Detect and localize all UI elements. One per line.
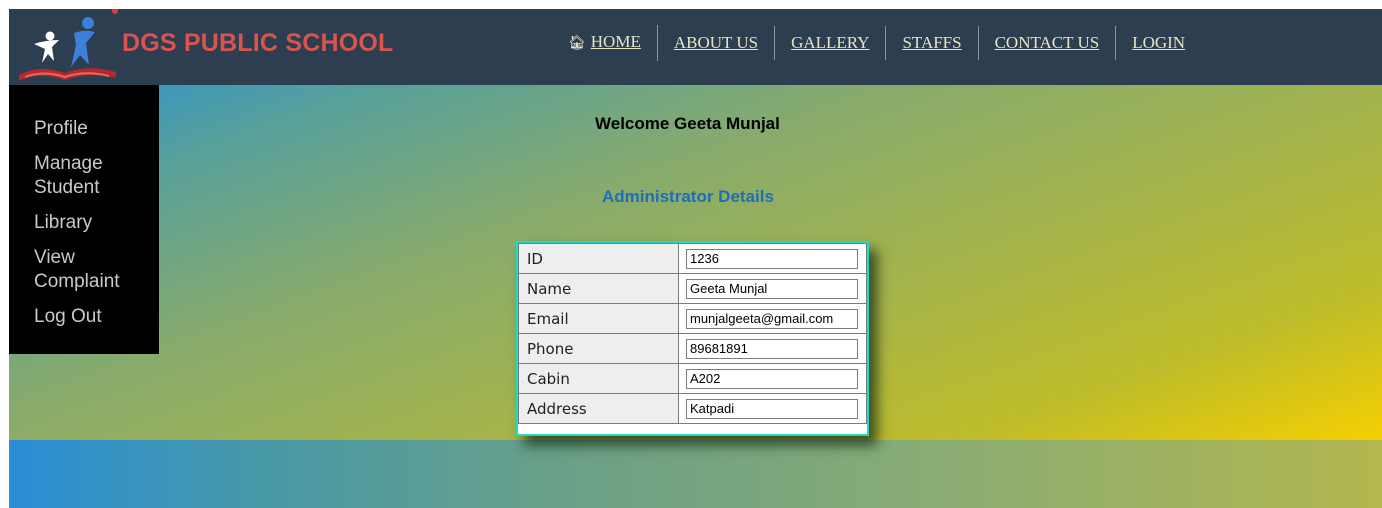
row-value-cell — [678, 393, 867, 424]
top-nav: 🏠︎ HOME ABOUT US GALLERY STAFFS CONTACT U… — [565, 25, 1185, 61]
details-table-card: ID Name Email Phone Cabin Address — [516, 241, 869, 436]
sidebar-item-log-out[interactable]: Log Out — [9, 305, 159, 329]
school-name: DGS PUBLIC SCHOOL — [122, 29, 394, 57]
sidebar-item-view-complaint[interactable]: View Complaint — [9, 246, 159, 294]
row-value-cell — [678, 363, 867, 394]
footer-band — [9, 440, 1382, 508]
nav-about-us[interactable]: ABOUT US — [658, 26, 776, 60]
table-row: Name — [518, 273, 867, 304]
nav-contact-us[interactable]: CONTACT US — [979, 26, 1117, 60]
row-label-cabin: Cabin — [518, 363, 679, 394]
email-field[interactable] — [686, 308, 858, 329]
sidebar-item-profile[interactable]: Profile — [9, 117, 159, 141]
row-label-name: Name — [518, 273, 679, 304]
welcome-message: Welcome Geeta Munjal — [595, 114, 780, 133]
table-row: Email — [518, 303, 867, 334]
details-heading: Administrator Details — [602, 187, 774, 206]
site-header: DGS PUBLIC SCHOOL 🏠︎ HOME ABOUT US GALLER… — [9, 9, 1382, 85]
table-row: ID — [518, 243, 867, 274]
row-label-phone: Phone — [518, 333, 679, 364]
nav-gallery[interactable]: GALLERY — [775, 26, 887, 60]
row-value-cell — [678, 303, 867, 334]
address-field[interactable] — [686, 398, 858, 419]
row-label-email: Email — [518, 303, 679, 334]
id-field[interactable] — [686, 248, 858, 269]
phone-field[interactable] — [686, 338, 858, 359]
table-row: Phone — [518, 333, 867, 364]
row-value-cell — [678, 273, 867, 304]
row-value-cell — [678, 333, 867, 364]
row-value-cell — [678, 243, 867, 274]
nav-home[interactable]: 🏠︎ HOME — [565, 25, 658, 61]
cabin-field[interactable] — [686, 368, 858, 389]
nav-login[interactable]: LOGIN — [1116, 26, 1185, 60]
row-label-id: ID — [518, 243, 679, 274]
nav-staffs[interactable]: STAFFS — [886, 26, 979, 60]
name-field[interactable] — [686, 278, 858, 299]
nav-home-label: HOME — [590, 32, 641, 51]
table-row: Cabin — [518, 363, 867, 394]
details-table: ID Name Email Phone Cabin Address — [518, 243, 867, 424]
home-icon: 🏠︎ — [568, 36, 586, 51]
page-frame: DGS PUBLIC SCHOOL 🏠︎ HOME ABOUT US GALLER… — [9, 9, 1382, 508]
school-logo-icon — [19, 9, 118, 81]
table-row: Address — [518, 393, 867, 424]
school-logo[interactable] — [13, 9, 121, 85]
row-label-address: Address — [518, 393, 679, 424]
sidebar-item-manage-student[interactable]: Manage Student — [9, 152, 159, 200]
sidebar: Profile Manage Student Library View Comp… — [9, 85, 159, 354]
sidebar-item-library[interactable]: Library — [9, 211, 159, 235]
